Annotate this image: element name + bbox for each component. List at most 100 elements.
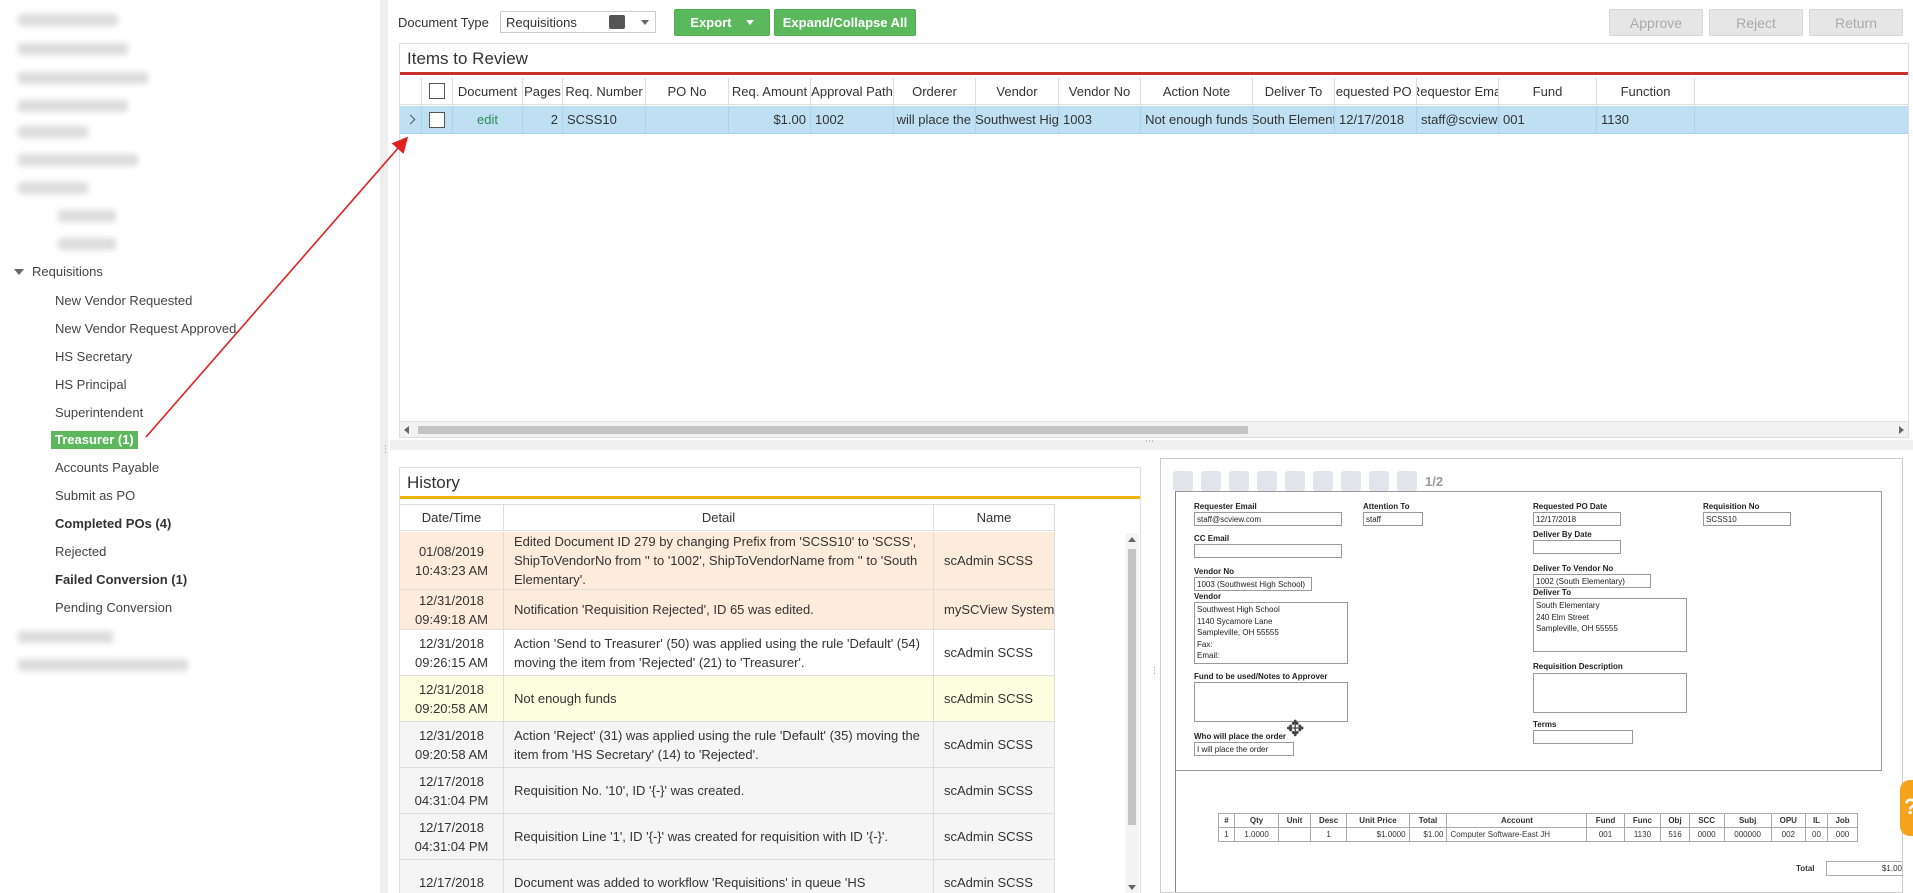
panel-splitter[interactable]: ⋯: [390, 436, 1913, 450]
export-button[interactable]: Export: [674, 9, 770, 36]
column-header-approval-path[interactable]: Approval Path: [811, 78, 894, 104]
redacted-nav-item[interactable]: [18, 182, 88, 194]
column-header-orderer[interactable]: Orderer: [894, 78, 976, 104]
sidebar-item-accounts-payable[interactable]: Accounts Payable: [55, 459, 159, 477]
fit-page-icon[interactable]: [1257, 471, 1277, 491]
column-header-date-time[interactable]: Date/Time: [400, 505, 504, 530]
column-header-req-number[interactable]: Req. Number: [563, 78, 646, 104]
zoom-in-icon[interactable]: [1201, 471, 1221, 491]
line-item-cell: 00: [1804, 827, 1829, 842]
column-header-requested-po-date[interactable]: Requested PO D: [1335, 78, 1417, 104]
print-icon[interactable]: [1173, 471, 1193, 491]
scroll-right-icon[interactable]: [1899, 426, 1904, 434]
sidebar-item-rejected[interactable]: Rejected: [55, 543, 106, 561]
rotate-left-icon[interactable]: [1285, 471, 1305, 491]
sidebar-item-completed-pos[interactable]: Completed POs (4): [55, 515, 171, 533]
redacted-nav-item[interactable]: [18, 659, 188, 671]
column-header-po-no[interactable]: PO No: [646, 78, 729, 104]
column-header-function[interactable]: Function: [1597, 78, 1695, 104]
history-row[interactable]: 01/08/2019 10:43:23 AM Edited Document ID …: [400, 532, 1055, 590]
splitter-grip-icon[interactable]: ⋮: [381, 444, 390, 455]
text-icon[interactable]: [1369, 471, 1389, 491]
sidebar-item-failed-conversion[interactable]: Failed Conversion (1): [55, 571, 187, 589]
sidebar-item-superintendent[interactable]: Superintendent: [55, 404, 143, 422]
column-header-name[interactable]: Name: [934, 505, 1055, 530]
calculator-icon[interactable]: [609, 15, 625, 29]
redacted-nav-item[interactable]: [18, 43, 128, 55]
history-row[interactable]: 12/17/2018 04:31:04 PM Requisition Line '1…: [400, 814, 1055, 860]
history-row[interactable]: 12/31/2018 09:20:58 AM Not enough funds scA…: [400, 676, 1055, 722]
column-header-requestor-email[interactable]: Requestor Emai: [1417, 78, 1499, 104]
column-header-req-amount[interactable]: Req. Amount: [729, 78, 811, 104]
line-item-cell: $1.00: [1408, 827, 1448, 842]
column-header-vendor-no[interactable]: Vendor No: [1059, 78, 1141, 104]
sidebar-item-hs-secretary[interactable]: HS Secretary: [55, 348, 132, 366]
column-header-vendor[interactable]: Vendor: [976, 78, 1059, 104]
requisition-no-value: SCSS10: [1703, 512, 1791, 526]
scroll-left-icon[interactable]: [404, 426, 409, 434]
column-header-document[interactable]: Document: [453, 78, 523, 104]
select-all-checkbox[interactable]: [429, 83, 445, 99]
history-row[interactable]: 12/31/2018 09:49:18 AM Notification 'Requi…: [400, 590, 1055, 630]
edit-link[interactable]: edit: [477, 112, 498, 127]
rotate-right-icon[interactable]: [1313, 471, 1333, 491]
scroll-down-icon[interactable]: [1128, 885, 1136, 890]
line-items-table: # Qty Unit Desc Unit Price Total Account…: [1217, 813, 1858, 842]
column-header-deliver-to[interactable]: Deliver To: [1253, 78, 1335, 104]
sidebar-item-hs-principal[interactable]: HS Principal: [55, 376, 127, 394]
splitter-grip-icon[interactable]: ⋯: [1145, 436, 1154, 447]
column-header-pages[interactable]: Pages: [523, 78, 563, 104]
sidebar-item-treasurer[interactable]: Treasurer (1): [51, 431, 138, 449]
line-item-cell: $1.0000: [1346, 827, 1410, 842]
sidebar-splitter[interactable]: ⋮: [380, 0, 390, 893]
scrollbar-thumb[interactable]: [418, 426, 1248, 434]
scroll-up-icon[interactable]: [1128, 537, 1136, 542]
expand-collapse-all-button[interactable]: Expand/Collapse All: [774, 9, 916, 36]
history-row[interactable]: 12/31/2018 09:26:15 AM Action 'Send to Tre…: [400, 630, 1055, 676]
redacted-nav-item[interactable]: [18, 631, 113, 643]
sidebar-item-new-vendor-request-approved[interactable]: New Vendor Request Approved: [55, 320, 236, 338]
approve-button[interactable]: Approve: [1609, 9, 1703, 36]
column-header-detail[interactable]: Detail: [504, 505, 934, 530]
highlight-icon[interactable]: [1397, 471, 1417, 491]
history-title: History: [400, 468, 1140, 499]
help-icon[interactable]: ?: [1904, 794, 1913, 819]
document-type-select[interactable]: Requisitions: [500, 11, 656, 33]
redacted-nav-item[interactable]: [58, 238, 116, 250]
page-indicator: 1/2: [1425, 473, 1444, 489]
flip-icon[interactable]: [1341, 471, 1361, 491]
tree-node-requisitions[interactable]: Requisitions: [14, 264, 103, 279]
redacted-nav-item[interactable]: [18, 14, 118, 26]
history-vertical-scrollbar[interactable]: [1125, 533, 1139, 893]
sidebar-item-pending-conversion[interactable]: Pending Conversion: [55, 599, 172, 617]
sidebar-item-new-vendor-requested[interactable]: New Vendor Requested: [55, 292, 192, 310]
line-item-row: 1 1.0000 1 $1.0000 $1.00 Computer Softwa…: [1217, 827, 1858, 842]
history-date-time: 12/31/2018 09:26:15 AM: [400, 630, 504, 675]
row-checkbox[interactable]: [429, 111, 445, 128]
redacted-nav-item[interactable]: [18, 100, 128, 112]
sidebar-item-submit-as-po[interactable]: Submit as PO: [55, 487, 135, 505]
history-row[interactable]: 12/31/2018 09:20:58 AM Action 'Reject' (31…: [400, 722, 1055, 768]
zoom-out-icon[interactable]: [1229, 471, 1249, 491]
redacted-nav-item[interactable]: [18, 72, 148, 84]
help-tab[interactable]: ?: [1900, 780, 1913, 836]
chevron-down-icon[interactable]: [641, 20, 649, 25]
chevron-right-icon[interactable]: [405, 114, 416, 125]
history-row[interactable]: 12/17/2018 Document was added to workflow…: [400, 860, 1055, 893]
history-row[interactable]: 12/17/2018 04:31:04 PM Requisition No. '10…: [400, 768, 1055, 814]
table-row[interactable]: edit 2 SCSS10 $1.00 1002 I will place th…: [400, 106, 1908, 134]
toolbar: Document Type Requisitions Export Expand…: [390, 8, 1913, 38]
items-horizontal-scrollbar[interactable]: [400, 421, 1908, 437]
splitter-grip-icon[interactable]: ⋮: [1150, 665, 1159, 676]
cell-orderer: I will place the: [894, 106, 976, 133]
redacted-nav-item[interactable]: [18, 126, 88, 138]
reject-button[interactable]: Reject: [1709, 9, 1803, 36]
column-header-fund[interactable]: Fund: [1499, 78, 1597, 104]
redacted-nav-item[interactable]: [18, 154, 138, 166]
column-header-action-note[interactable]: Action Note: [1141, 78, 1253, 104]
line-item-cell: 516: [1660, 827, 1690, 842]
caret-down-icon[interactable]: [14, 268, 24, 275]
scrollbar-thumb[interactable]: [1128, 549, 1136, 825]
redacted-nav-item[interactable]: [58, 210, 116, 222]
return-button[interactable]: Return: [1809, 9, 1903, 36]
